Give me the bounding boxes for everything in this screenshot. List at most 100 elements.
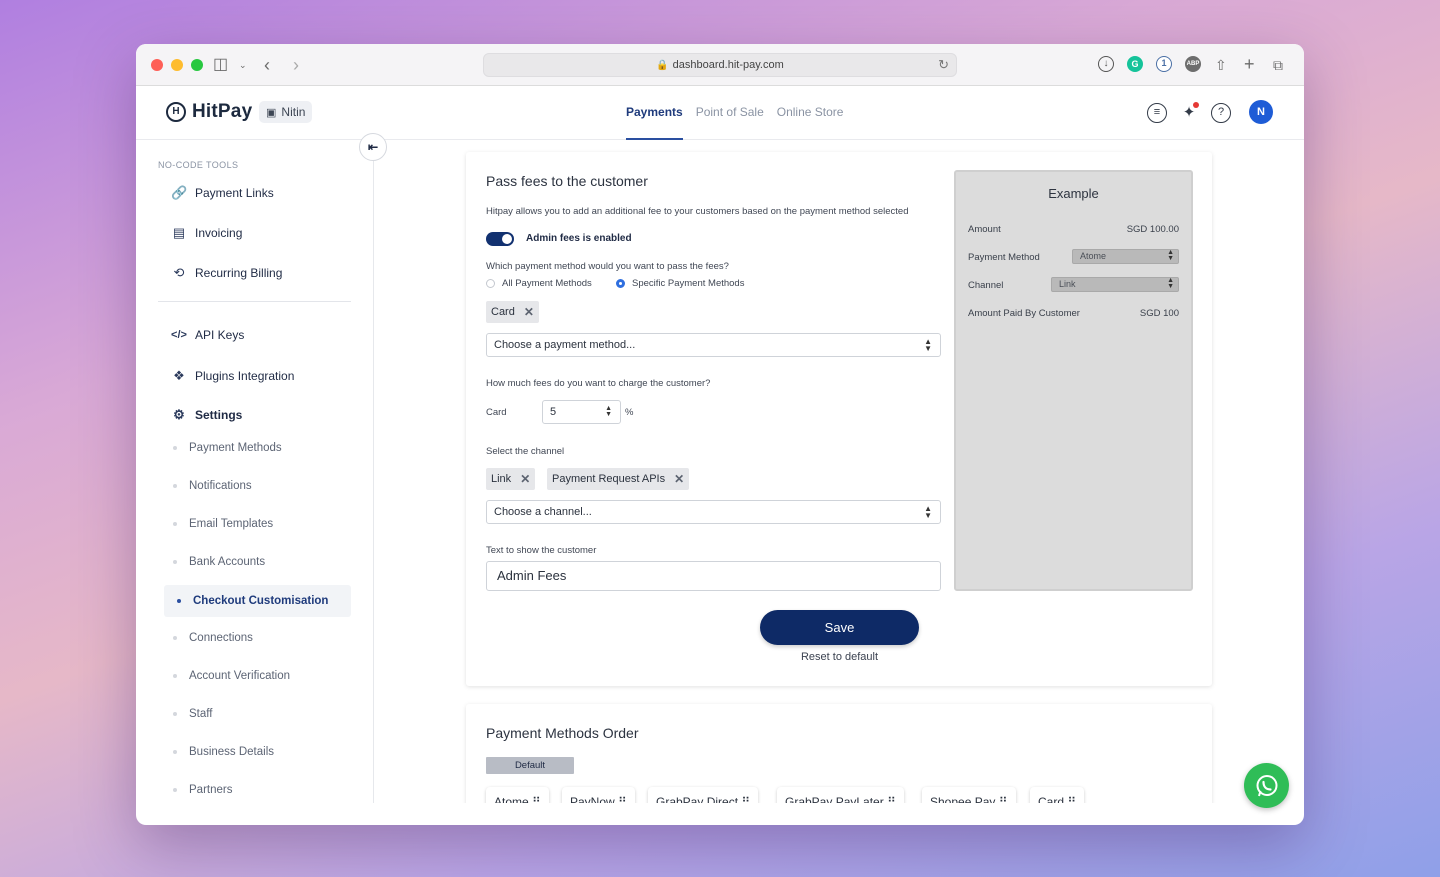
- channel-label: Select the channel: [486, 446, 565, 457]
- pass-fees-card: Pass fees to the customer Hitpay allows …: [466, 152, 1212, 686]
- order-item-label: GrabPay Direct: [656, 795, 739, 803]
- sidebar-subitem-account-verification[interactable]: Account Verification: [173, 670, 290, 682]
- share-icon[interactable]: ⇧: [1215, 55, 1227, 75]
- hitpay-logo[interactable]: H HitPay: [166, 101, 252, 123]
- close-window-button[interactable]: [151, 59, 163, 71]
- fee-amount-input[interactable]: 5 ▲ ▼: [542, 400, 621, 424]
- forward-icon[interactable]: ›: [293, 55, 299, 75]
- sidebar-subitem-staff[interactable]: Staff: [173, 708, 212, 720]
- sidebar-item-recurring-billing[interactable]: ⟲ Recurring Billing: [171, 265, 283, 281]
- bullet-icon: [173, 484, 177, 488]
- sidebar-subitem-notifications[interactable]: Notifications: [173, 480, 252, 492]
- sidebar-subitem-connections[interactable]: Connections: [173, 632, 253, 644]
- sidebar-subitem-email-templates[interactable]: Email Templates: [173, 518, 273, 530]
- method-question: Which payment method would you want to p…: [486, 261, 729, 272]
- bullet-icon: [173, 788, 177, 792]
- sidebar-subitem-checkout-customisation[interactable]: Checkout Customisation: [164, 585, 351, 617]
- radio-all-label: All Payment Methods: [502, 278, 592, 289]
- sidebar-subitem-business-details[interactable]: Business Details: [173, 746, 274, 758]
- stepper-arrows-icon[interactable]: ▲ ▼: [605, 405, 612, 418]
- order-item-shopee-pay[interactable]: Shopee Pay ⠿: [922, 787, 1016, 803]
- fee-question: How much fees do you want to charge the …: [486, 378, 711, 389]
- remove-chip-icon[interactable]: ✕: [520, 472, 530, 486]
- sidebar-subitem-payment-methods[interactable]: Payment Methods: [173, 442, 282, 454]
- chevron-down-icon[interactable]: ⌄: [239, 55, 247, 75]
- order-item-paynow[interactable]: PayNow ⠿: [562, 787, 635, 803]
- address-bar[interactable]: 🔒 dashboard.hit-pay.com ↻: [483, 53, 957, 77]
- order-item-grabpay-direct[interactable]: GrabPay Direct ⠿: [648, 787, 759, 803]
- link-icon: 🔗: [171, 185, 188, 200]
- sidebar-item-payment-links[interactable]: 🔗 Payment Links: [171, 185, 274, 201]
- default-tab[interactable]: Default: [486, 757, 574, 774]
- method-chip-card: Card ✕: [486, 301, 539, 323]
- sidebar-item-label: Payment Links: [195, 186, 274, 200]
- customer-text-input[interactable]: Admin Fees: [486, 561, 941, 591]
- store-selector[interactable]: ▣ Nitin: [259, 101, 313, 123]
- reload-icon[interactable]: ↻: [938, 57, 949, 73]
- drag-handle-icon[interactable]: ⠿: [532, 795, 541, 803]
- remove-chip-icon[interactable]: ✕: [524, 305, 534, 319]
- whatsapp-chat-button[interactable]: [1244, 763, 1289, 808]
- zoom-window-button[interactable]: [191, 59, 203, 71]
- password-extension-icon[interactable]: 1: [1156, 56, 1172, 72]
- bullet-icon: [173, 522, 177, 526]
- channel-select[interactable]: Choose a channel... ▲ ▼: [486, 500, 941, 524]
- sidebar-item-invoicing[interactable]: ▤ Invoicing: [171, 225, 243, 241]
- pass-fees-description: Hitpay allows you to add an additional f…: [486, 206, 909, 217]
- sidebar-subitem-label: Email Templates: [189, 518, 274, 530]
- sidebar-item-settings[interactable]: ⚙ Settings: [171, 407, 242, 423]
- example-channel-select[interactable]: Link ▲ ▼: [1051, 277, 1179, 292]
- sidebar-subitem-bank-accounts[interactable]: Bank Accounts: [173, 556, 265, 568]
- sidebar-subitem-label: Account Verification: [189, 670, 291, 682]
- order-item-grabpay-paylater[interactable]: GrabPay PayLater ⠿: [777, 787, 904, 803]
- minimize-window-button[interactable]: [171, 59, 183, 71]
- grammarly-icon[interactable]: G: [1127, 56, 1143, 72]
- remove-chip-icon[interactable]: ✕: [674, 472, 684, 486]
- admin-fees-toggle[interactable]: [486, 232, 514, 246]
- main-content: Pass fees to the customer Hitpay allows …: [374, 140, 1304, 803]
- fee-unit: %: [625, 407, 634, 418]
- tab-overview-icon[interactable]: ⧉: [1273, 55, 1283, 75]
- order-item-label: Shopee Pay: [930, 795, 996, 803]
- order-item-label: Card: [1038, 795, 1065, 803]
- adblock-icon[interactable]: ABP: [1185, 56, 1201, 72]
- sidebar-toggle-icon[interactable]: ◫: [213, 55, 228, 75]
- example-method-label: Payment Method: [968, 252, 1040, 263]
- sidebar-divider: [158, 301, 351, 302]
- sidebar-subitem-label: Checkout Customisation: [193, 595, 329, 607]
- example-channel-row: Channel Link ▲ ▼: [968, 277, 1179, 292]
- new-tab-icon[interactable]: +: [1244, 55, 1255, 73]
- radio-specific-payment-methods[interactable]: [616, 279, 625, 288]
- recurring-icon: ⟲: [173, 265, 185, 280]
- help-icon[interactable]: ?: [1211, 103, 1231, 123]
- drag-handle-icon[interactable]: ⠿: [1067, 795, 1076, 803]
- tab-online-store[interactable]: Online Store: [777, 86, 844, 140]
- sidebar-item-label: Invoicing: [195, 226, 243, 240]
- sidebar-subitem-partners[interactable]: Partners: [173, 784, 232, 796]
- drag-handle-icon[interactable]: ⠿: [741, 795, 750, 803]
- example-method-select[interactable]: Atome ▲ ▼: [1072, 249, 1179, 264]
- drag-handle-icon[interactable]: ⠿: [618, 795, 627, 803]
- radio-all-payment-methods[interactable]: [486, 279, 495, 288]
- order-item-atome[interactable]: Atome ⠿: [486, 787, 549, 803]
- sidebar-item-label: Plugins Integration: [195, 369, 295, 383]
- drag-handle-icon[interactable]: ⠿: [999, 795, 1008, 803]
- method-chip-label: Card: [491, 306, 515, 318]
- sidebar-item-plugins-integration[interactable]: ❖ Plugins Integration: [171, 368, 294, 384]
- sidebar-section-label: NO-CODE TOOLS: [158, 160, 239, 170]
- drag-handle-icon[interactable]: ⠿: [887, 795, 896, 803]
- back-icon[interactable]: ‹: [264, 55, 270, 75]
- sidebar-item-api-keys[interactable]: </> API Keys: [171, 328, 244, 342]
- save-button[interactable]: Save: [760, 610, 919, 645]
- download-icon[interactable]: ↓: [1098, 56, 1114, 72]
- order-item-card[interactable]: Card ⠿: [1030, 787, 1085, 803]
- reset-to-default-link[interactable]: Reset to default: [760, 651, 919, 663]
- tab-point-of-sale[interactable]: Point of Sale: [696, 86, 764, 140]
- collapse-sidebar-button[interactable]: ⇤: [359, 133, 387, 161]
- channel-chip-payment-request-apis: Payment Request APIs ✕: [547, 468, 690, 490]
- tab-payments[interactable]: Payments: [626, 86, 683, 140]
- chat-icon[interactable]: ≡: [1147, 103, 1167, 123]
- avatar[interactable]: N: [1249, 100, 1273, 124]
- payment-method-select[interactable]: Choose a payment method... ▲ ▼: [486, 333, 941, 357]
- brand-name: HitPay: [192, 101, 253, 122]
